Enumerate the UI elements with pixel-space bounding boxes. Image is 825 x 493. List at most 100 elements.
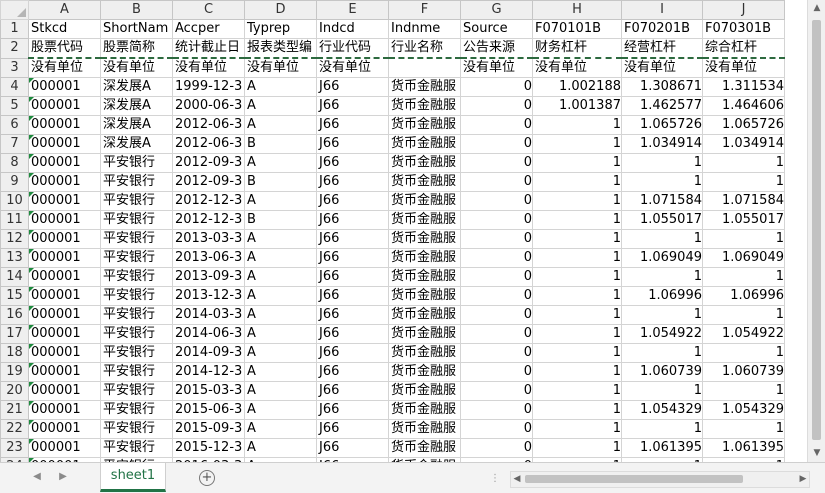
cell-f14[interactable]: 货币金融服 <box>388 267 461 287</box>
cell-a17[interactable]: 000001 <box>28 324 101 344</box>
cell-d8[interactable]: A <box>244 153 317 173</box>
cell-f7[interactable]: 货币金融服 <box>388 134 461 154</box>
cell-b5[interactable]: 深发展A <box>100 96 173 116</box>
cell-e6[interactable]: J66 <box>316 115 389 135</box>
cell-h11[interactable]: 1 <box>532 210 622 230</box>
cell-a22[interactable]: 000001 <box>28 419 101 439</box>
cell-j2[interactable]: 综合杠杆 <box>702 38 785 59</box>
cell-f20[interactable]: 货币金融服 <box>388 381 461 401</box>
cell-i23[interactable]: 1.061395 <box>621 438 703 458</box>
cell-a7[interactable]: 000001 <box>28 134 101 154</box>
cell-c8[interactable]: 2012-09-3 <box>172 153 245 173</box>
column-header-c[interactable]: C <box>172 0 245 20</box>
cell-b17[interactable]: 平安银行 <box>100 324 173 344</box>
column-header-e[interactable]: E <box>316 0 389 20</box>
cell-j6[interactable]: 1.065726 <box>702 115 785 135</box>
cell-h21[interactable]: 1 <box>532 400 622 420</box>
row-header[interactable]: 5 <box>0 96 29 116</box>
cell-d22[interactable]: A <box>244 419 317 439</box>
cell-g14[interactable]: 0 <box>460 267 533 287</box>
cell-g2[interactable]: 公告来源 <box>460 38 533 59</box>
cell-j21[interactable]: 1.054329 <box>702 400 785 420</box>
cell-b23[interactable]: 平安银行 <box>100 438 173 458</box>
cell-c1[interactable]: Accper <box>172 19 245 39</box>
cell-i7[interactable]: 1.034914 <box>621 134 703 154</box>
cell-c5[interactable]: 2000-06-3 <box>172 96 245 116</box>
cell-e15[interactable]: J66 <box>316 286 389 306</box>
cell-j1[interactable]: F070301B <box>702 19 785 39</box>
cell-h4[interactable]: 1.002188 <box>532 77 622 97</box>
cell-a5[interactable]: 000001 <box>28 96 101 116</box>
cell-f18[interactable]: 货币金融服 <box>388 343 461 363</box>
vertical-scrollbar[interactable]: ▲ ▼ <box>807 0 825 462</box>
cell-h6[interactable]: 1 <box>532 115 622 135</box>
cell-i5[interactable]: 1.462577 <box>621 96 703 116</box>
row-header[interactable]: 10 <box>0 191 29 211</box>
cell-g10[interactable]: 0 <box>460 191 533 211</box>
cell-a23[interactable]: 000001 <box>28 438 101 458</box>
cell-h20[interactable]: 1 <box>532 381 622 401</box>
cell-j17[interactable]: 1.054922 <box>702 324 785 344</box>
cell-d23[interactable]: A <box>244 438 317 458</box>
cell-d18[interactable]: A <box>244 343 317 363</box>
cell-d7[interactable]: B <box>244 134 317 154</box>
row-header[interactable]: 20 <box>0 381 29 401</box>
column-header-j[interactable]: J <box>702 0 785 20</box>
cell-e22[interactable]: J66 <box>316 419 389 439</box>
cell-d15[interactable]: A <box>244 286 317 306</box>
cell-b4[interactable]: 深发展A <box>100 77 173 97</box>
cell-e5[interactable]: J66 <box>316 96 389 116</box>
cell-b10[interactable]: 平安银行 <box>100 191 173 211</box>
cell-b12[interactable]: 平安银行 <box>100 229 173 249</box>
cell-j5[interactable]: 1.464606 <box>702 96 785 116</box>
cell-h23[interactable]: 1 <box>532 438 622 458</box>
cell-g1[interactable]: Source <box>460 19 533 39</box>
cell-a3[interactable]: 没有单位 <box>28 57 101 78</box>
cell-h18[interactable]: 1 <box>532 343 622 363</box>
horizontal-scroll-thumb[interactable] <box>525 475 743 483</box>
cell-b21[interactable]: 平安银行 <box>100 400 173 420</box>
cell-g12[interactable]: 0 <box>460 229 533 249</box>
cell-c19[interactable]: 2014-12-3 <box>172 362 245 382</box>
cell-d12[interactable]: A <box>244 229 317 249</box>
cell-e9[interactable]: J66 <box>316 172 389 192</box>
cell-d17[interactable]: A <box>244 324 317 344</box>
cell-b15[interactable]: 平安银行 <box>100 286 173 306</box>
cell-g22[interactable]: 0 <box>460 419 533 439</box>
cell-b20[interactable]: 平安银行 <box>100 381 173 401</box>
cell-a1[interactable]: Stkcd <box>28 19 101 39</box>
cell-b3[interactable]: 没有单位 <box>100 57 173 78</box>
cell-b19[interactable]: 平安银行 <box>100 362 173 382</box>
cell-c2[interactable]: 统计截止日 <box>172 38 245 59</box>
horizontal-scrollbar[interactable]: ◀ ▶ <box>510 471 810 488</box>
cell-a21[interactable]: 000001 <box>28 400 101 420</box>
cell-e16[interactable]: J66 <box>316 305 389 325</box>
cell-b1[interactable]: ShortNam <box>100 19 173 39</box>
cell-g11[interactable]: 0 <box>460 210 533 230</box>
cell-e17[interactable]: J66 <box>316 324 389 344</box>
cell-i6[interactable]: 1.065726 <box>621 115 703 135</box>
row-header[interactable]: 4 <box>0 77 29 97</box>
scroll-down-arrow-icon[interactable]: ▼ <box>808 445 825 462</box>
cell-a11[interactable]: 000001 <box>28 210 101 230</box>
cell-f2[interactable]: 行业名称 <box>388 38 461 59</box>
cell-j9[interactable]: 1 <box>702 172 785 192</box>
cell-h19[interactable]: 1 <box>532 362 622 382</box>
cell-h15[interactable]: 1 <box>532 286 622 306</box>
cell-h9[interactable]: 1 <box>532 172 622 192</box>
row-header[interactable]: 12 <box>0 229 29 249</box>
cell-h10[interactable]: 1 <box>532 191 622 211</box>
cell-g18[interactable]: 0 <box>460 343 533 363</box>
cell-f22[interactable]: 货币金融服 <box>388 419 461 439</box>
cell-h12[interactable]: 1 <box>532 229 622 249</box>
cell-j3[interactable]: 没有单位 <box>702 57 785 78</box>
cell-i9[interactable]: 1 <box>621 172 703 192</box>
row-header[interactable]: 17 <box>0 324 29 344</box>
cell-d13[interactable]: A <box>244 248 317 268</box>
cell-i17[interactable]: 1.054922 <box>621 324 703 344</box>
cell-j19[interactable]: 1.060739 <box>702 362 785 382</box>
cell-g17[interactable]: 0 <box>460 324 533 344</box>
row-header[interactable]: 3 <box>0 57 29 78</box>
cell-i4[interactable]: 1.308671 <box>621 77 703 97</box>
cell-a20[interactable]: 000001 <box>28 381 101 401</box>
